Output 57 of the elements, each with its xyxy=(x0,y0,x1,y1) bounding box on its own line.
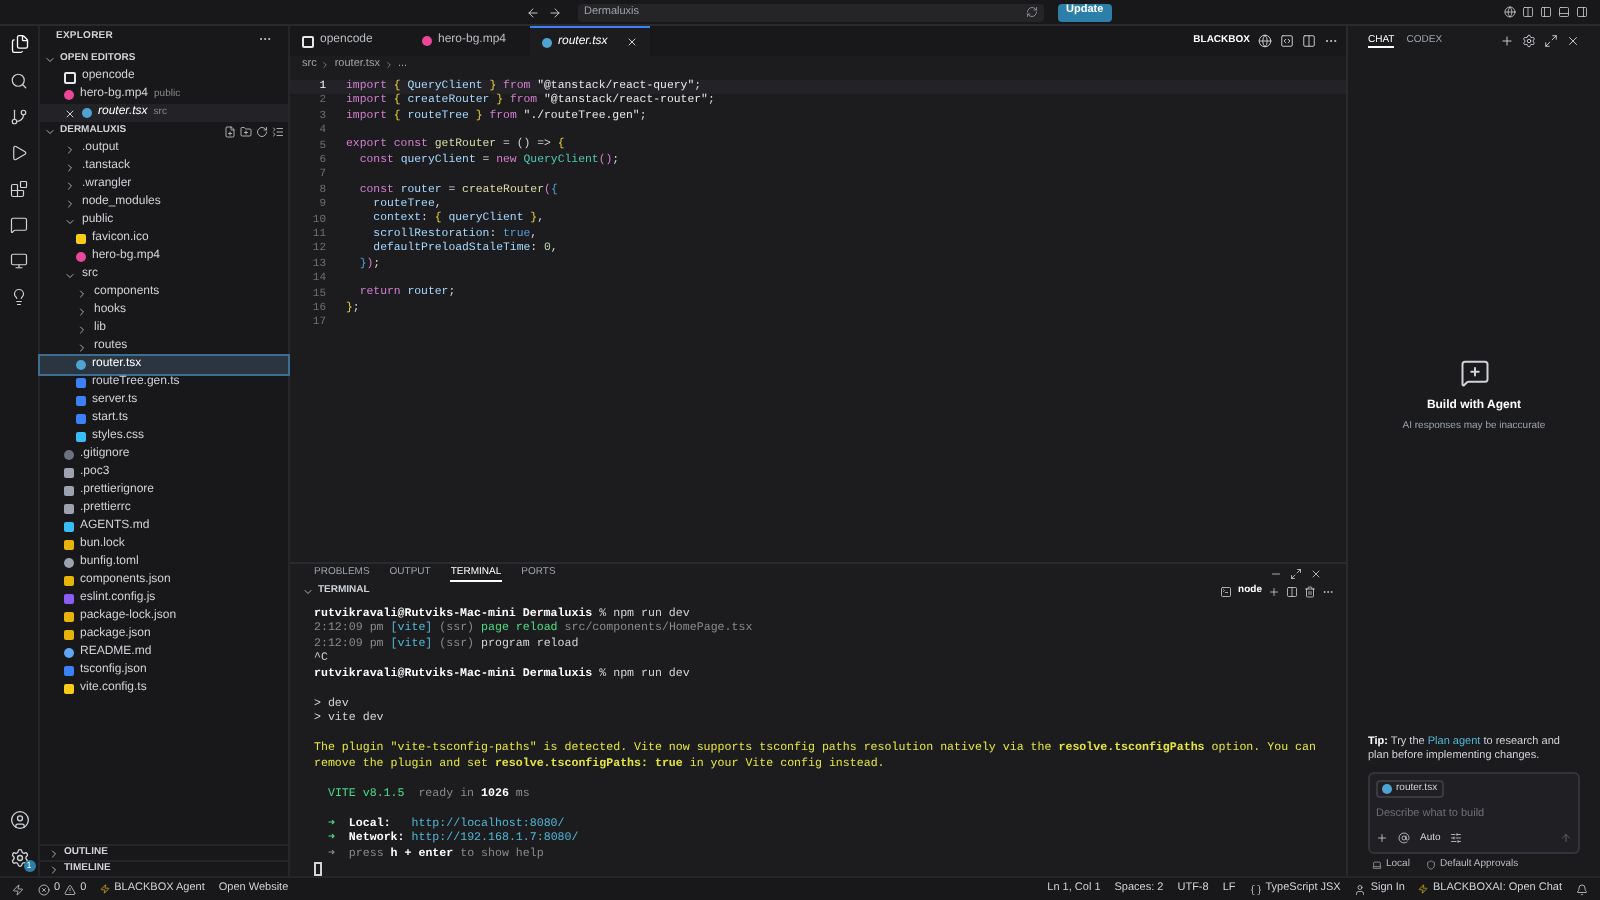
error-icon xyxy=(38,883,50,895)
bolt-icon xyxy=(100,884,111,894)
mention-icon[interactable] xyxy=(1398,832,1410,845)
toggle-secondary-sidebar-icon[interactable] xyxy=(1576,6,1588,18)
braces-icon xyxy=(1249,883,1262,895)
chevron-down-icon xyxy=(302,586,314,598)
collapse-icon[interactable] xyxy=(272,125,284,137)
search-icon[interactable] xyxy=(10,72,28,90)
chat-icon[interactable] xyxy=(10,216,28,234)
globe-icon[interactable] xyxy=(1258,34,1272,48)
new-file-icon[interactable] xyxy=(224,125,236,137)
toggle-panel-icon[interactable] xyxy=(1558,6,1570,18)
close-icon[interactable] xyxy=(1310,567,1322,579)
chevron-right-icon xyxy=(320,59,331,70)
terminal-icon xyxy=(1220,586,1233,598)
chevron-down-icon xyxy=(44,125,56,137)
source-control-icon[interactable] xyxy=(10,108,28,126)
chevron-right-icon xyxy=(383,59,394,70)
sync-icon[interactable] xyxy=(1026,6,1038,18)
file-icon xyxy=(302,35,314,47)
maximize-icon[interactable] xyxy=(1544,34,1558,48)
close-icon[interactable] xyxy=(1566,34,1580,48)
toggle-sidebar-icon[interactable] xyxy=(1540,6,1552,18)
forward-icon[interactable] xyxy=(548,5,562,19)
user-icon xyxy=(1354,883,1367,895)
chevron-down-icon xyxy=(64,215,76,227)
back-icon[interactable] xyxy=(526,5,540,19)
bolt-icon xyxy=(1418,884,1429,894)
layout-icon[interactable] xyxy=(1522,6,1534,18)
laptop-icon xyxy=(1372,860,1382,870)
monitor-icon[interactable] xyxy=(10,252,28,270)
notifications-icon[interactable] xyxy=(1576,883,1588,895)
warning-icon xyxy=(64,883,77,895)
globe-icon[interactable] xyxy=(1504,6,1516,18)
settings-icon[interactable] xyxy=(1522,34,1536,48)
refresh-icon[interactable] xyxy=(256,125,268,137)
trash-icon[interactable] xyxy=(1304,586,1316,598)
add-icon[interactable] xyxy=(1376,832,1388,845)
file-icon xyxy=(1382,784,1392,794)
split-icon[interactable] xyxy=(1286,586,1298,598)
explorer-icon[interactable] xyxy=(9,34,29,54)
chevron-down-icon xyxy=(44,53,56,65)
file-icon xyxy=(542,37,552,47)
settings-icon[interactable] xyxy=(9,848,29,868)
shield-icon xyxy=(1425,860,1436,870)
file-icon xyxy=(422,36,432,46)
account-icon[interactable] xyxy=(9,810,29,830)
options-icon[interactable] xyxy=(1450,832,1463,845)
extensions-icon[interactable] xyxy=(10,180,28,198)
add-icon[interactable] xyxy=(1500,34,1514,48)
minimize-icon[interactable] xyxy=(1270,567,1282,579)
new-folder-icon[interactable] xyxy=(240,125,252,137)
split-editor-icon[interactable] xyxy=(1302,34,1316,48)
chevron-down-icon xyxy=(64,269,76,281)
add-icon[interactable] xyxy=(1268,586,1280,598)
code-icon[interactable] xyxy=(1280,34,1294,48)
run-icon[interactable] xyxy=(10,144,28,162)
